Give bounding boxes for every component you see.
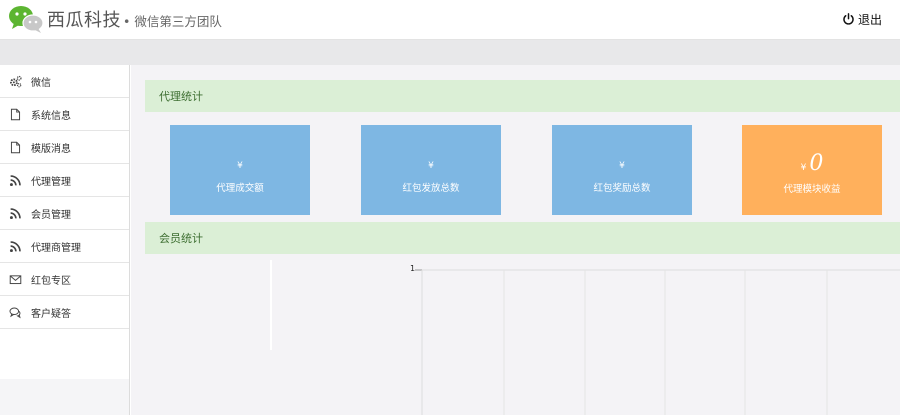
y-axis-tick-label: 1 <box>410 264 416 273</box>
file-icon <box>8 107 22 121</box>
chart-grid <box>270 260 900 415</box>
agent-stats-title: 代理统计 <box>145 80 900 112</box>
file-icon <box>8 140 22 154</box>
gears-icon <box>8 74 22 88</box>
sidebar-item-label: 代理商管理 <box>31 242 81 254</box>
main-content: 代理统计 ¥ 代理成交额 ¥ 红包发放总数 ¥ 红包奖励总数 ¥ 0 代理模块收… <box>131 65 900 415</box>
sidebar-item-customer-qa[interactable]: 客户疑答 <box>0 296 129 329</box>
red-packet-issued-card[interactable]: ¥ 红包发放总数 <box>361 125 501 215</box>
card-label: 红包奖励总数 <box>593 183 651 194</box>
sidebar-item-label: 微信 <box>31 77 51 89</box>
sidebar-item-label: 系统信息 <box>31 110 71 122</box>
agent-turnover-card[interactable]: ¥ 代理成交额 <box>170 125 310 215</box>
sidebar-item-label: 会员管理 <box>31 209 71 221</box>
sidebar-item-label: 代理管理 <box>31 176 71 188</box>
red-packet-reward-card[interactable]: ¥ 红包奖励总数 <box>552 125 692 215</box>
currency-symbol: ¥ <box>237 161 243 171</box>
agent-module-revenue-card[interactable]: ¥ 0 代理模块收益 <box>742 125 882 215</box>
rss-icon <box>8 173 22 187</box>
sidebar-item-template-message[interactable]: 模版消息 <box>0 131 129 164</box>
card-label: 代理模块收益 <box>783 184 841 195</box>
card-label: 红包发放总数 <box>402 183 460 194</box>
rss-icon <box>8 206 22 220</box>
sidebar-item-label: 红包专区 <box>31 275 71 287</box>
wechat-logo-icon <box>9 6 44 33</box>
card-value-row: ¥ 0 <box>742 151 882 176</box>
sidebar-menu: 微信 系统信息 模版消息 代理管理 会员管理 代理商管理 红包专区 客户疑答 <box>0 65 129 329</box>
top-header: 西瓜科技 • 微信第三方团队 退出 <box>0 0 900 40</box>
currency-symbol: ¥ <box>428 161 434 171</box>
rss-icon <box>8 239 22 253</box>
logout-label: 退出 <box>857 13 882 27</box>
brand-subtitle: • 微信第三方团队 <box>123 14 222 29</box>
brand-name: 西瓜科技 <box>47 10 121 31</box>
sidebar-blank <box>0 329 129 379</box>
logout-button[interactable]: 退出 <box>842 11 882 28</box>
currency-symbol: ¥ <box>619 161 625 171</box>
sidebar-item-red-packet[interactable]: 红包专区 <box>0 263 129 296</box>
sidebar-item-wechat[interactable]: 微信 <box>0 65 129 98</box>
power-icon <box>843 13 854 25</box>
sidebar-item-agent-management[interactable]: 代理管理 <box>0 164 129 197</box>
sidebar-item-member-management[interactable]: 会员管理 <box>0 197 129 230</box>
card-label: 代理成交额 <box>216 183 264 194</box>
header-band <box>0 40 900 65</box>
currency-symbol: ¥ <box>800 163 807 173</box>
envelope-icon <box>8 272 22 286</box>
member-stats-chart: 1 <box>145 260 900 415</box>
member-stats-title: 会员统计 <box>145 222 900 254</box>
sidebar-item-agent-dealer-management[interactable]: 代理商管理 <box>0 230 129 263</box>
sidebar-item-label: 客户疑答 <box>31 308 71 320</box>
comments-icon <box>8 305 22 319</box>
sidebar: 微信 系统信息 模版消息 代理管理 会员管理 代理商管理 红包专区 客户疑答 <box>0 65 130 415</box>
sidebar-item-label: 模版消息 <box>31 143 71 155</box>
sidebar-item-system-info[interactable]: 系统信息 <box>0 98 129 131</box>
card-value: 0 <box>809 151 824 176</box>
